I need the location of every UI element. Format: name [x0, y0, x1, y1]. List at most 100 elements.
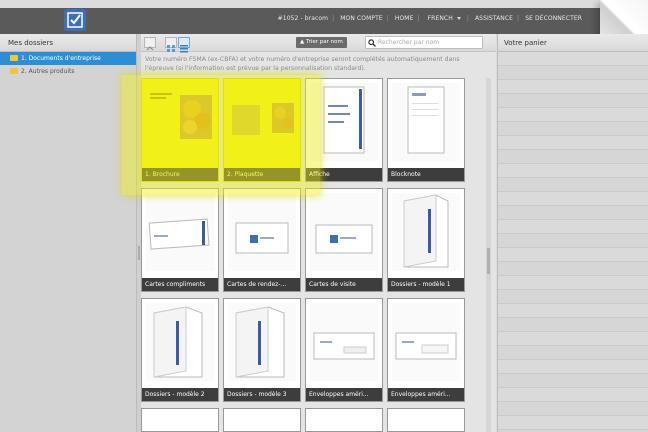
cartes-de-visite-image [315, 224, 373, 254]
collapse-button[interactable] [144, 37, 156, 51]
top-bar: #1052 - bracom | MON COMPTE | HOME | FRENCH… [0, 8, 648, 34]
product-tile-dossiers-modele-1[interactable]: Dossiers - modèle 1 [387, 188, 465, 292]
cart-row [498, 416, 648, 430]
product-tile-cartes-de-visite[interactable]: Cartes de visite [305, 188, 383, 292]
chevron-up-icon [146, 46, 154, 51]
cart-row [498, 164, 648, 178]
chevron-down-icon [456, 17, 461, 20]
product-thumbnail [392, 303, 460, 381]
cart-row [498, 52, 648, 66]
product-thumbnail [146, 193, 214, 271]
product-thumbnail [310, 83, 378, 161]
cart-row [498, 248, 648, 262]
product-label: Enveloppes améri... [388, 388, 464, 401]
product-tile-enveloppes-americaines-1[interactable]: Enveloppes améri... [305, 298, 383, 402]
checkmark-icon [67, 12, 83, 28]
cartes-compliments-image [148, 218, 210, 250]
cart-row [498, 220, 648, 234]
enveloppe-image [395, 332, 457, 360]
product-label: Cartes compliments [142, 278, 218, 291]
product-tile-partial[interactable] [387, 408, 465, 432]
user-account-label: #1052 - bracom [277, 15, 329, 22]
nav-assistance[interactable]: ASSISTANCE [475, 15, 513, 22]
product-label: Cartes de visite [306, 278, 382, 291]
cart-row [498, 108, 648, 122]
cart-row [498, 402, 648, 416]
cart-row [498, 122, 648, 136]
product-thumbnail [228, 193, 296, 271]
sidebar-item-documents-entreprise[interactable]: 1. Documents d'entreprise [0, 52, 136, 65]
product-thumbnail [228, 303, 296, 381]
grid-view-icon [167, 45, 175, 52]
product-tile-cartes-compliments[interactable]: Cartes compliments [141, 188, 219, 292]
product-tile-partial[interactable] [141, 408, 219, 432]
nav-home[interactable]: HOME [395, 15, 414, 22]
enveloppe-image [313, 332, 375, 360]
highlight-overlay [122, 75, 320, 195]
product-tile-blocknote[interactable]: Blocknote [387, 78, 465, 182]
cart-row [498, 136, 648, 150]
cart-row [498, 262, 648, 276]
cart-row [498, 276, 648, 290]
nav-language[interactable]: FRENCH [426, 15, 463, 22]
cart-row [498, 150, 648, 164]
nav-mon-compte[interactable]: MON COMPTE [340, 15, 382, 22]
product-tile-dossiers-modele-3[interactable]: Dossiers - modèle 3 [223, 298, 301, 402]
search-placeholder: Rechercher par nom [378, 39, 440, 46]
folder-icon [10, 68, 18, 74]
cart-title: Votre panier [498, 34, 648, 52]
product-label: Cartes de rendez-... [224, 278, 300, 291]
scrollbar-thumb[interactable] [487, 248, 490, 274]
cart-row [498, 178, 648, 192]
top-nav: #1052 - bracom | MON COMPTE | HOME | FRENCH… [277, 15, 582, 22]
cart-row [498, 66, 648, 80]
affiche-image [323, 86, 365, 154]
product-tile-cartes-rendez-vous[interactable]: Cartes de rendez-... [223, 188, 301, 292]
cart-row [498, 290, 648, 304]
app-window: #1052 - bracom | MON COMPTE | HOME | FRENCH… [0, 0, 648, 432]
grid-scrollbar[interactable] [486, 78, 491, 432]
cart-row [498, 304, 648, 318]
cart-row [498, 360, 648, 374]
product-label: Dossiers - modèle 3 [224, 388, 300, 401]
products-toolbar: ▲ Trier par nom Rechercher par nom [141, 34, 496, 53]
grid-view-button[interactable] [165, 37, 177, 52]
cart-row [498, 346, 648, 360]
product-tile-enveloppes-americaines-2[interactable]: Enveloppes améri... [387, 298, 465, 402]
folder-icon [10, 55, 18, 61]
cart-row [498, 374, 648, 388]
product-thumbnail [310, 303, 378, 381]
dossiers-modele-3-image [235, 306, 285, 378]
product-tile-partial[interactable] [305, 408, 383, 432]
product-tile-partial[interactable] [223, 408, 301, 432]
logo[interactable] [64, 9, 86, 31]
cart-row [498, 332, 648, 346]
sort-by-name-button[interactable]: ▲ Trier par nom [296, 37, 347, 48]
cart-row [498, 388, 648, 402]
product-tile-dossiers-modele-2[interactable]: Dossiers - modèle 2 [141, 298, 219, 402]
folders-sidebar: Mes dossiers 1. Documents d'entreprise 2… [0, 34, 137, 432]
product-thumbnail [392, 83, 460, 161]
sidebar-item-label: 2. Autres produits [21, 68, 75, 75]
sort-label: Trier par nom [305, 39, 343, 45]
sidebar-title: Mes dossiers [0, 34, 136, 52]
nav-logout[interactable]: SE DÉCONNECTER [525, 15, 582, 22]
list-view-button[interactable] [178, 37, 190, 53]
dossiers-modele-2-image [153, 306, 203, 378]
product-label: Dossiers - modèle 1 [388, 278, 464, 291]
search-input[interactable]: Rechercher par nom [365, 36, 483, 49]
cart-row [498, 234, 648, 248]
product-label: Dossiers - modèle 2 [142, 388, 218, 401]
product-thumbnail [392, 193, 460, 271]
fsma-notice: Votre numéro FSMA (ex-CBFA) et votre num… [145, 56, 460, 72]
sidebar-item-label: 1. Documents d'entreprise [21, 55, 101, 62]
dossiers-modele-1-image [403, 194, 449, 268]
splitter-grip[interactable] [138, 246, 140, 260]
product-label: Enveloppes améri... [306, 388, 382, 401]
cart-list [498, 52, 648, 430]
cart-row [498, 192, 648, 206]
cartes-rendez-vous-image [235, 222, 289, 254]
sidebar-item-autres-produits[interactable]: 2. Autres produits [0, 65, 136, 78]
product-thumbnail [146, 303, 214, 381]
cart-panel: Votre panier [497, 34, 648, 432]
